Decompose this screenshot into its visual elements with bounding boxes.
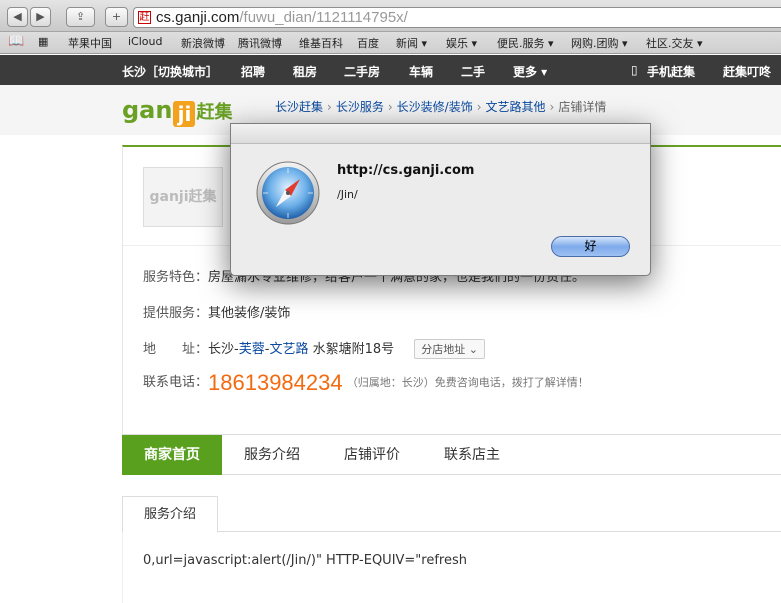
feature-label: 服务特色： (143, 270, 209, 285)
tab-home[interactable]: 商家首页 (122, 435, 222, 475)
mobile-link[interactable]: 手机赶集 (647, 63, 695, 80)
site-nav: 长沙［切换城市］ 招聘 租房 二手房 车辆 二手 更多 ▾ ▯ 手机赶集 赶集叮… (0, 55, 781, 85)
bookmark-item[interactable]: 维基百科 (299, 35, 343, 51)
bookmark-item[interactable]: 娱乐 ▾ (446, 35, 477, 51)
address-label: 地 址： (143, 342, 209, 357)
bookmark-item[interactable]: 社区.交友 ▾ (646, 35, 703, 51)
nav-more[interactable]: 更多 ▾ (513, 63, 547, 80)
bookmark-item[interactable]: 便民.服务 ▾ (497, 35, 554, 51)
dingdong-link[interactable]: 赶集叮咚 (723, 63, 771, 80)
breadcrumb-item[interactable]: 长沙服务 (336, 100, 384, 114)
tab-service-intro[interactable]: 服务介绍 (222, 435, 322, 475)
city-switch[interactable]: 长沙［切换城市］ (122, 63, 218, 80)
dialog-message: /Jin/ (337, 188, 358, 201)
logo-text: gan (122, 96, 173, 124)
address-bar[interactable]: 赶 cs.ganji.com/fuwu_dian/1121114795x/ (133, 7, 781, 28)
content-border (122, 532, 123, 603)
favicon-icon: 赶 (138, 11, 151, 24)
phone-row: 联系电话：18613984234 （归属地：长沙）免费咨询电话，拨打了解详情！ (143, 370, 589, 396)
ganji-logo[interactable]: gan ji 赶集 (122, 96, 232, 127)
phone-label: 联系电话： (143, 375, 209, 390)
shop-tabs: 商家首页 服务介绍 店铺评价 联系店主 (122, 434, 781, 475)
browser-toolbar: ◀ ▶ ⇪ + 赶 cs.ganji.com/fuwu_dian/1121114… (0, 0, 781, 32)
back-button[interactable]: ◀ (7, 7, 28, 27)
shop-image: ganji赶集 (143, 167, 223, 227)
breadcrumb-sep: › (549, 100, 555, 114)
service-row: 提供服务：其他装修/装饰 (143, 302, 290, 321)
branch-address-button[interactable]: 分店地址 ⌄ (414, 339, 485, 359)
nav-item[interactable]: 租房 (293, 63, 317, 80)
nav-item[interactable]: 二手房 (344, 63, 380, 80)
service-label: 提供服务： (143, 306, 209, 321)
alert-dialog: http://cs.ganji.com /Jin/ 好 (230, 123, 651, 276)
bookmark-item[interactable]: 新浪微博 (181, 35, 225, 51)
bookmark-item[interactable]: 新闻 ▾ (396, 35, 427, 51)
breadcrumb: 长沙赶集 › 长沙服务 › 长沙装修/装饰 › 文艺路其他 › 店铺详情 (275, 98, 606, 115)
bookmark-item[interactable]: 网购.团购 ▾ (571, 35, 628, 51)
phone-note: （归属地：长沙）免费咨询电话，拨打了解详情！ (346, 376, 589, 389)
dialog-title: http://cs.ganji.com (337, 163, 475, 178)
url-host: cs.ganji.com (156, 9, 240, 26)
tab-contact[interactable]: 联系店主 (422, 435, 522, 475)
phone-number[interactable]: 18613984234 (208, 370, 343, 395)
reading-list-icon[interactable]: 📖 (8, 34, 24, 49)
breadcrumb-item[interactable]: 长沙装修/装饰 (397, 100, 473, 114)
intro-tabbar: 服务介绍 (122, 496, 781, 533)
nav-item[interactable]: 二手 (461, 63, 485, 80)
address-detail: 水絮塘附18号 (308, 342, 395, 357)
bookmarks-bar: 📖 ▦ 苹果中国 iCloud 新浪微博 腾讯微博 维基百科 百度 新闻 ▾ 娱… (0, 32, 781, 54)
breadcrumb-item[interactable]: 文艺路其他 (486, 100, 546, 114)
intro-text: 0,url=javascript:alert(/Jin/)" HTTP-EQUI… (143, 553, 467, 568)
nav-item[interactable]: 招聘 (241, 63, 265, 80)
breadcrumb-sep: › (327, 100, 332, 114)
bookmark-item[interactable]: 百度 (357, 35, 379, 51)
bookmark-item[interactable]: 腾讯微博 (238, 35, 282, 51)
breadcrumb-item[interactable]: 长沙赶集 (275, 100, 323, 114)
address-district-link[interactable]: 芙蓉 (239, 342, 265, 357)
breadcrumb-sep: › (476, 100, 482, 114)
logo-cn: 赶集 (196, 102, 233, 123)
ok-button[interactable]: 好 (551, 236, 630, 257)
share-button[interactable]: ⇪ (66, 7, 95, 27)
intro-tab[interactable]: 服务介绍 (122, 496, 218, 533)
tab-reviews[interactable]: 店铺评价 (322, 435, 422, 475)
breadcrumb-sep: › (387, 100, 393, 114)
phone-icon: ▯ (631, 63, 638, 77)
url-path: /fuwu_dian/1121114795x/ (239, 9, 408, 26)
logo-square: ji (173, 101, 196, 127)
address-city: 长沙- (208, 342, 239, 357)
service-value: 其他装修/装饰 (208, 306, 291, 321)
breadcrumb-current: 店铺详情 (558, 100, 607, 114)
add-bookmark-button[interactable]: + (105, 7, 128, 27)
dialog-titlebar (231, 124, 650, 144)
forward-button[interactable]: ▶ (30, 7, 51, 27)
address-road-link[interactable]: 文艺路 (269, 342, 308, 357)
address-row: 地 址：长沙-芙蓉-文艺路 水絮塘附18号 分店地址 ⌄ (143, 338, 485, 359)
bookmark-item[interactable]: iCloud (128, 35, 162, 48)
safari-icon (256, 161, 320, 225)
top-sites-icon[interactable]: ▦ (38, 35, 48, 48)
nav-item[interactable]: 车辆 (409, 63, 433, 80)
bookmark-item[interactable]: 苹果中国 (68, 35, 112, 51)
